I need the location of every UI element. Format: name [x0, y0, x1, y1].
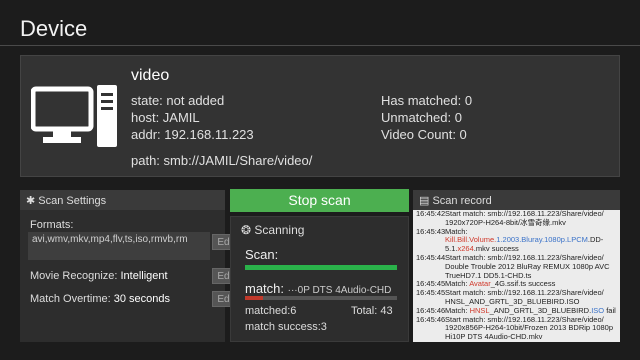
scan-label: Scan:: [245, 247, 279, 262]
match-current: match: ···0P DTS 4Audio-CHD: [245, 281, 391, 296]
movie-recognize-value: Intelligent: [120, 270, 168, 282]
device-addr: addr: 192.168.11.223: [131, 127, 254, 142]
spinner-icon: ❂: [241, 223, 252, 237]
document-icon: ▤: [419, 195, 430, 207]
record-entry: 16:45:44 Start match: smb://192.168.11.22…: [413, 252, 620, 280]
has-matched-count: Has matched: 0: [381, 93, 473, 108]
record-time: 16:45:42: [416, 210, 446, 218]
record-text: Start match: smb://192.168.11.223/Share/…: [445, 314, 614, 342]
match-progress-fill: [245, 296, 264, 300]
match-label: match:: [245, 281, 285, 296]
record-time: 16:45:46: [416, 314, 446, 324]
match-overtime-label: Match Overtime:: [30, 293, 111, 305]
title-divider: [0, 45, 640, 46]
record-time: 16:45:44: [416, 252, 446, 262]
scanning-status: ❂ Scanning: [241, 223, 304, 237]
stop-scan-button[interactable]: Stop scan: [230, 189, 409, 212]
matched-count: matched:6: [245, 305, 297, 317]
video-count: Video Count: 0: [381, 127, 467, 142]
match-overtime-setting: Match Overtime: 30 seconds: [30, 293, 170, 305]
scan-settings-header: ✱ Scan Settings: [20, 190, 225, 210]
scan-record-panel: ▤ Scan record 16:45:42 Start match: smb:/…: [413, 190, 620, 342]
computer-icon: [31, 83, 121, 153]
scanning-panel: ❂ Scanning Scan: match: ···0P DTS 4Audio…: [230, 216, 409, 342]
match-progress-bar: [245, 296, 397, 300]
match-file: ···0P DTS 4Audio-CHD: [287, 285, 392, 296]
scan-record-header: ▤ Scan record: [413, 190, 620, 210]
total-count: Total: 43: [351, 305, 393, 317]
device-state: state: not added: [131, 93, 225, 108]
scan-settings-title: Scan Settings: [38, 195, 107, 207]
scan-progress-bar: [245, 265, 397, 270]
scan-record-title: Scan record: [432, 195, 492, 207]
device-path: path: smb://JAMIL/Share/video/: [131, 153, 313, 168]
device-host: host: JAMIL: [131, 110, 200, 125]
record-text: Start match: smb://192.168.11.223/Share/…: [445, 252, 610, 280]
device-info-panel: video state: not added host: JAMIL addr:…: [20, 55, 620, 177]
match-overtime-value: 30 seconds: [113, 293, 171, 305]
scan-settings-panel: ✱ Scan Settings Formats: avi,wmv,mkv,mp4…: [20, 190, 240, 342]
scanning-label: Scanning: [254, 223, 305, 237]
unmatched-count: Unmatched: 0: [381, 110, 462, 125]
formats-value: avi,wmv,mkv,mp4,flv,ts,iso,rmvb,rm: [28, 232, 210, 260]
record-time: 16:45:43: [416, 226, 446, 236]
record-text: Start match: smb://192.168.11.223/Share/…: [445, 288, 604, 306]
record-entry: 16:45:45 Start match: smb://192.168.11.22…: [413, 288, 620, 307]
device-name: video: [131, 67, 170, 84]
record-text: Match: Kill.Bill.Volume.1.2003.Bluray.10…: [445, 226, 604, 254]
formats-label: Formats:: [30, 219, 74, 231]
scan-record-log[interactable]: 16:45:42 Start match: smb://192.168.11.22…: [413, 210, 620, 342]
record-entry: 16:45:46 Start match: smb://192.168.11.22…: [413, 314, 620, 342]
scan-progress-fill: [245, 265, 397, 270]
movie-recognize-label: Movie Recognize:: [30, 270, 118, 282]
gear-icon: ✱: [26, 195, 36, 207]
record-entry: 16:45:43 Match: Kill.Bill.Volume.1.2003.B…: [413, 226, 620, 254]
page-title: Device: [20, 16, 88, 41]
record-entry: 16:45:42 Start match: smb://192.168.11.22…: [413, 210, 620, 228]
record-text: Start match: smb://192.168.11.223/Share/…: [445, 210, 604, 227]
record-time: 16:45:45: [416, 288, 446, 298]
match-success-count: match success:3: [245, 321, 327, 333]
movie-recognize-setting: Movie Recognize: Intelligent: [30, 270, 168, 282]
